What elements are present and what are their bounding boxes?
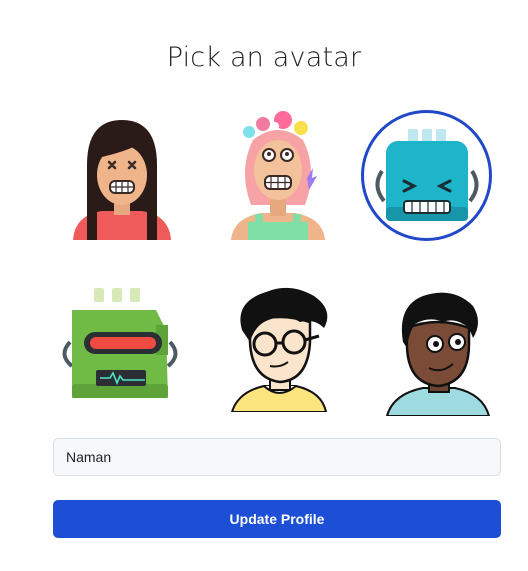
page-title: Pick an avatar <box>166 42 362 73</box>
avatar-option-girl-dark-hair[interactable] <box>57 115 187 245</box>
green-robot-icon <box>62 288 178 398</box>
girl-flower-crown-icon <box>231 111 325 240</box>
boy-glasses-icon <box>230 287 328 412</box>
avatar-option-green-robot[interactable] <box>56 280 186 410</box>
avatar-option-blue-robot[interactable] <box>362 111 492 241</box>
name-input[interactable] <box>53 438 501 476</box>
boy-curly-hair-icon <box>385 292 491 416</box>
avatar-option-boy-glasses[interactable] <box>214 282 344 412</box>
blue-robot-icon <box>375 129 479 221</box>
update-profile-button[interactable]: Update Profile <box>53 500 501 538</box>
avatar-option-girl-flower-crown[interactable] <box>213 110 343 240</box>
girl-dark-hair-icon <box>73 120 171 240</box>
avatar-option-boy-curly-hair[interactable] <box>373 286 503 416</box>
